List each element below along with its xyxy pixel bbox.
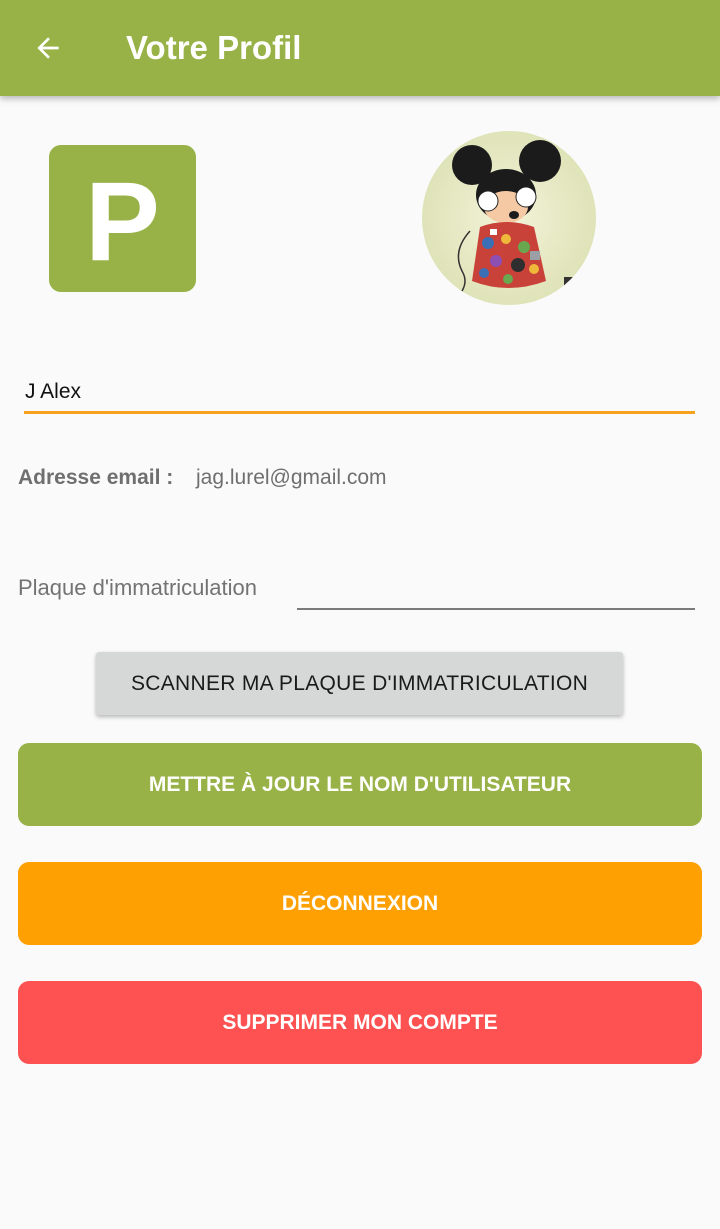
logo-letter: P (85, 158, 160, 284)
update-username-button[interactable]: METTRE À JOUR LE NOM D'UTILISATEUR (18, 743, 702, 826)
app-logo: P (49, 145, 196, 292)
scan-plate-button[interactable]: SCANNER MA PLAQUE D'IMMATRICULATION (96, 652, 623, 715)
arrow-left-icon (37, 37, 59, 59)
back-button[interactable] (22, 22, 74, 74)
email-value: jag.lurel@gmail.com (196, 466, 387, 489)
logout-button[interactable]: DÉCONNEXION (18, 862, 702, 945)
license-plate-input[interactable] (297, 576, 695, 610)
avatar[interactable] (422, 131, 596, 305)
plate-label: Plaque d'immatriculation (18, 575, 257, 600)
page-title: Votre Profil (126, 29, 302, 66)
delete-account-button[interactable]: SUPPRIMER MON COMPTE (18, 981, 702, 1064)
username-input[interactable] (24, 372, 695, 414)
app-bar: Votre Profil (0, 0, 720, 96)
email-label: Adresse email : (18, 466, 174, 489)
mickey-avatar-image (422, 131, 596, 305)
